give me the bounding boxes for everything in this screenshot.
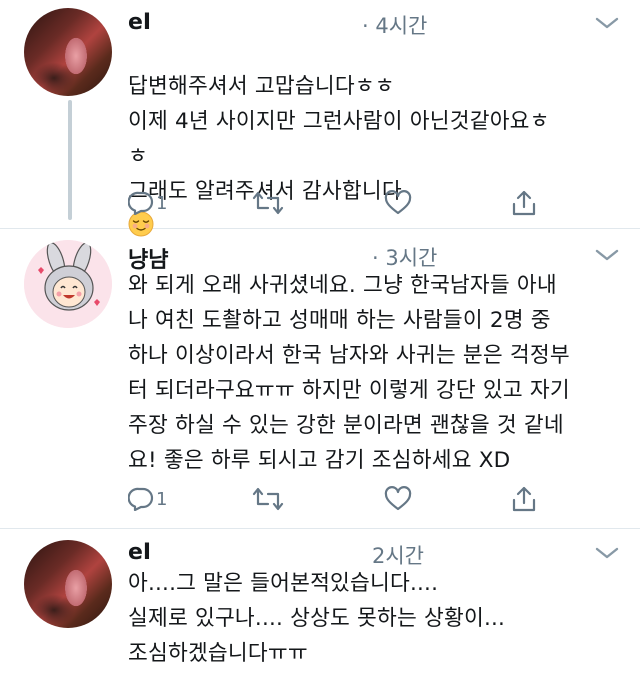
avatar[interactable] — [24, 540, 112, 628]
redacted-handle — [160, 540, 360, 564]
tweet-text: 아....그 말은 들어본적있습니다.... 실제로 있구나.... 상상도 못… — [128, 571, 506, 666]
retweet-icon — [252, 191, 284, 215]
chevron-down-icon[interactable] — [594, 248, 620, 262]
tweet-text-body: 답변해주셔서 고맙습니다ㅎㅎ 이제 4년 사이지만 그런사람이 아닌것같아요ㅎ … — [128, 74, 550, 204]
like-icon — [384, 190, 412, 215]
reply-count: 1 — [156, 488, 168, 510]
avatar[interactable] — [24, 8, 112, 96]
share-button[interactable] — [510, 188, 538, 218]
reply-button[interactable]: 1 — [128, 484, 167, 514]
retweet-button[interactable] — [252, 484, 284, 514]
reply-button[interactable]: 1 — [128, 188, 167, 218]
cartoon-bunny-avatar — [24, 240, 112, 328]
redacted-handle — [188, 242, 368, 266]
user-name[interactable]: eI — [128, 540, 151, 565]
reply-icon — [128, 191, 154, 215]
share-icon — [512, 190, 536, 216]
reply-icon — [128, 487, 154, 511]
like-button[interactable] — [384, 188, 412, 218]
share-button[interactable] — [510, 484, 538, 514]
divider — [0, 528, 640, 529]
redacted-handle — [160, 10, 360, 34]
user-name[interactable]: eI — [128, 10, 151, 35]
chevron-down-icon[interactable] — [594, 16, 620, 30]
chevron-down-icon[interactable] — [594, 546, 620, 560]
retweet-icon — [252, 487, 284, 511]
thread-line — [68, 100, 72, 220]
like-icon — [384, 486, 412, 511]
tweet-text: 답변해주셔서 고맙습니다ㅎㅎ 이제 4년 사이지만 그런사람이 아닌것같아요ㅎ … — [128, 34, 618, 244]
reply-count: 1 — [156, 192, 168, 214]
share-icon — [512, 486, 536, 512]
avatar[interactable] — [24, 240, 112, 328]
retweet-button[interactable] — [252, 188, 284, 218]
tweet-text: 와 되게 오래 사귀셨네요. 그냥 한국남자들 아내 나 여친 도촬하고 성매매… — [128, 273, 570, 473]
like-button[interactable] — [384, 484, 412, 514]
